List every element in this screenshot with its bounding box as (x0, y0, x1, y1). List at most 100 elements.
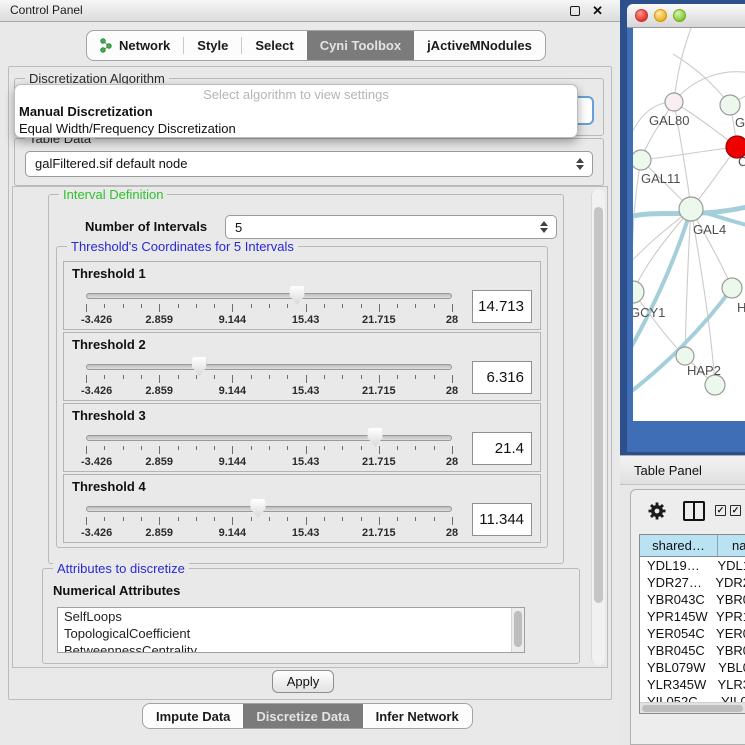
cell-name[interactable]: YER0 (713, 625, 745, 642)
table-rows: YDL19… YDL1 YDR27… YDR2 YBR043C YBR0 YPR… (640, 557, 745, 703)
label-gal11: GAL11 (641, 171, 681, 186)
cell-name[interactable]: YDL1 (714, 557, 745, 574)
table-row[interactable]: YPR145W YPR1 (640, 608, 745, 625)
cell-name[interactable]: YBR0 (713, 642, 745, 659)
checkbox-icon[interactable]: ✓ (730, 505, 741, 516)
network-window-titlebar[interactable] (627, 4, 745, 28)
tab-cyni-toolbox[interactable]: Cyni Toolbox (307, 31, 414, 60)
slider-track[interactable] (86, 364, 452, 370)
slider-track[interactable] (86, 293, 452, 299)
slider-track[interactable] (86, 506, 452, 512)
numerical-attributes-list: SelfLoopsTopologicalCoefficientBetweenne… (57, 607, 525, 653)
num-intervals-combobox[interactable]: 5 (225, 215, 557, 239)
attributes-list-scrollbar[interactable] (511, 608, 524, 652)
table-row[interactable]: YDL19… YDL1 (640, 557, 745, 574)
column-header-name[interactable]: na (718, 535, 745, 556)
minimize-window-icon[interactable] (654, 9, 667, 22)
cell-shared-name[interactable]: YPR145W (640, 608, 713, 625)
tab-infer-network[interactable]: Infer Network (363, 704, 472, 728)
cell-shared-name[interactable]: YBR045C (640, 642, 713, 659)
label-c-partial: C (738, 154, 745, 169)
attribute-list-item[interactable]: TopologicalCoefficient (58, 625, 524, 642)
option-equal-width-frequency[interactable]: Equal Width/Frequency Discretization (15, 120, 577, 137)
threshold-4-value-field[interactable]: 11.344 (472, 503, 532, 536)
node-gal4[interactable] (679, 197, 703, 221)
scale-label: 2.859 (145, 527, 173, 539)
node-gal11[interactable] (633, 150, 651, 170)
scale-label: 9.144 (219, 456, 247, 468)
scale-label: 2.859 (145, 385, 173, 397)
slider-thumb[interactable] (368, 428, 383, 447)
algorithm-dropdown-popup: Select algorithm to view settings Manual… (14, 84, 578, 138)
interval-group-label: Interval Definition (59, 187, 167, 202)
slider-ticks (86, 304, 452, 313)
tab-jactivemnodules[interactable]: jActiveMNodules (414, 31, 545, 60)
cell-shared-name[interactable]: YBL079W (640, 659, 715, 676)
apply-button[interactable]: Apply (272, 670, 334, 693)
node-bottom[interactable] (705, 375, 725, 395)
table-horizontal-scrollbar[interactable] (640, 702, 745, 713)
threshold-3-value-field[interactable]: 21.4 (472, 432, 532, 465)
node-gal80[interactable] (665, 93, 683, 111)
table-row[interactable]: YDR27… YDR2 (640, 574, 745, 591)
close-window-icon[interactable] (635, 9, 648, 22)
bottom-tab-bar: Impute Data Discretize Data Infer Networ… (142, 703, 473, 729)
threshold-1-value-field[interactable]: 14.713 (472, 290, 532, 323)
cell-shared-name[interactable]: YDR27… (640, 574, 712, 591)
table-row[interactable]: YER054C YER0 (640, 625, 745, 642)
tab-discretize-data[interactable]: Discretize Data (243, 704, 362, 728)
cell-shared-name[interactable]: YER054C (640, 625, 713, 642)
threshold-2-value-field[interactable]: 6.316 (472, 361, 532, 394)
scale-label: 15.43 (292, 314, 320, 326)
cell-shared-name[interactable]: YBR043C (640, 591, 713, 608)
tab-style[interactable]: Style (184, 31, 241, 60)
slider-scale-labels: -3.4262.8599.14415.4321.71528 (86, 456, 452, 469)
close-icon[interactable]: ✕ (592, 0, 603, 22)
scrollbar-thumb[interactable] (594, 207, 603, 603)
settings-vertical-scrollbar[interactable] (591, 189, 605, 665)
table-data-combobox[interactable]: galFiltered.sif default node (25, 151, 593, 177)
tab-select[interactable]: Select (242, 31, 306, 60)
split-columns-icon[interactable] (683, 501, 705, 521)
cell-name[interactable]: YBR0 (713, 591, 745, 608)
float-window-icon[interactable] (570, 6, 580, 16)
scale-label: 9.144 (219, 314, 247, 326)
cell-name[interactable]: YLR3 (714, 676, 745, 693)
node-gcy1[interactable] (633, 281, 644, 303)
option-manual-discretization[interactable]: Manual Discretization (15, 103, 577, 120)
slider-scale-labels: -3.4262.8599.14415.4321.71528 (86, 314, 452, 327)
cell-shared-name[interactable]: YDL19… (640, 557, 714, 574)
table-row[interactable]: YBR045C YBR0 (640, 642, 745, 659)
slider-track[interactable] (86, 435, 452, 441)
slider-thumb[interactable] (290, 286, 305, 305)
scrollbar-thumb[interactable] (514, 611, 522, 647)
slider-ticks (86, 446, 452, 455)
table-row[interactable]: YBR043C YBR0 (640, 591, 745, 608)
cell-name[interactable]: YDR2 (712, 574, 745, 591)
table-panel-title: Table Panel (634, 456, 702, 485)
cell-name[interactable]: YBL0 (715, 659, 745, 676)
table-row[interactable]: YLR345W YLR3 (640, 676, 745, 693)
attribute-list-item[interactable]: SelfLoops (58, 608, 524, 625)
tab-network[interactable]: Network (87, 31, 183, 60)
node-h[interactable] (722, 278, 742, 298)
node-top-right[interactable] (720, 95, 740, 115)
tab-impute-data[interactable]: Impute Data (143, 704, 243, 728)
cell-shared-name[interactable]: YLR345W (640, 676, 714, 693)
column-header-shared-name[interactable]: shared… (640, 535, 718, 556)
scale-label: 9.144 (219, 527, 247, 539)
table-row[interactable]: YBL079W YBL0 (640, 659, 745, 676)
zoom-window-icon[interactable] (673, 9, 686, 22)
checkbox-icon[interactable]: ✓ (715, 505, 726, 516)
panel-title: Control Panel (10, 0, 83, 21)
attribute-list-item[interactable]: BetweennessCentrality (58, 642, 524, 653)
network-canvas[interactable]: GAL80 G C GAL11 GAL4 GCY1 H HAP2 (633, 28, 745, 421)
scale-label: 15.43 (292, 527, 320, 539)
scrollbar-thumb[interactable] (642, 705, 743, 712)
gear-icon[interactable] (646, 500, 668, 522)
cell-name[interactable]: YPR1 (713, 608, 745, 625)
slider-thumb[interactable] (251, 499, 266, 518)
numerical-attributes-heading: Numerical Attributes (53, 583, 180, 598)
slider-thumb[interactable] (192, 357, 207, 376)
network-view-window: GAL80 G C GAL11 GAL4 GCY1 H HAP2 (627, 4, 745, 452)
